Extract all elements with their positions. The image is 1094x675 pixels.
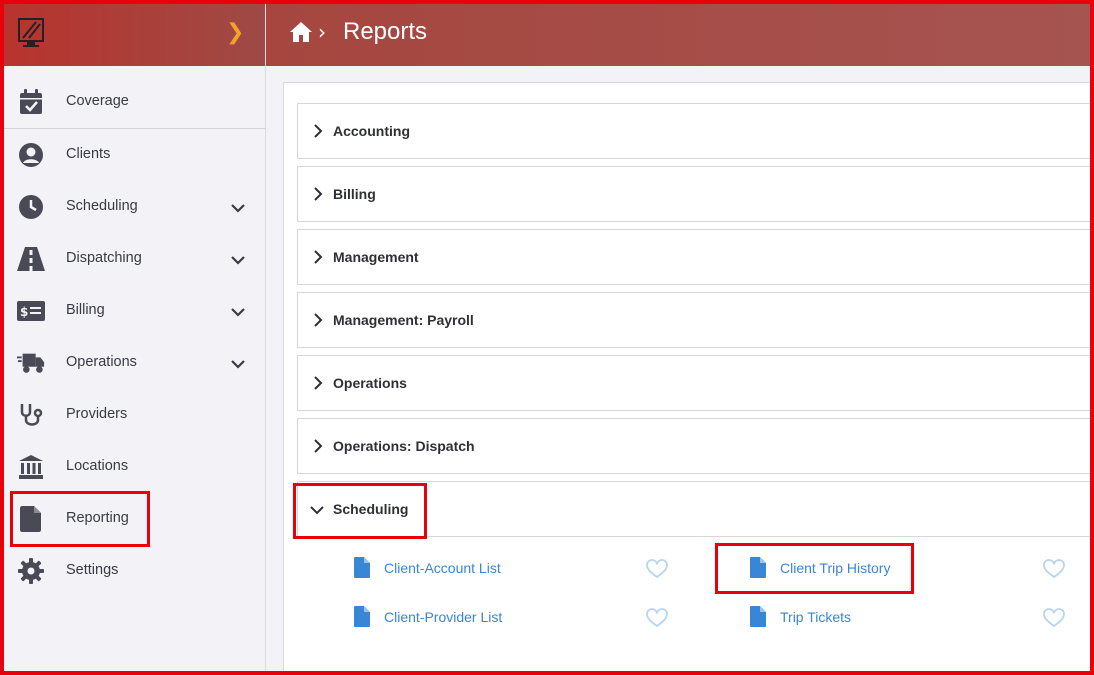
favorite-heart-icon[interactable] xyxy=(646,608,668,628)
sidebar-item-billing[interactable]: $ Billing xyxy=(0,285,266,337)
sidebar-item-label: Scheduling xyxy=(66,198,138,214)
sidebar-item-operations[interactable]: Operations xyxy=(0,337,266,389)
section-title: Operations: Dispatch xyxy=(333,438,475,454)
report-label: Trip Tickets xyxy=(780,609,852,625)
breadcrumb-separator-icon: › xyxy=(318,20,326,44)
sidebar-item-locations[interactable]: Locations xyxy=(0,441,266,493)
sidebar-item-scheduling[interactable]: Scheduling xyxy=(0,181,266,233)
section-billing[interactable]: Billing xyxy=(297,166,1094,222)
sidebar-item-label: Settings xyxy=(66,562,119,578)
favorite-heart-icon[interactable] xyxy=(1043,608,1065,628)
chevron-right-icon xyxy=(314,187,323,201)
chevron-down-icon xyxy=(310,506,324,515)
report-label: Client Trip History xyxy=(780,560,891,576)
section-title: Management: Payroll xyxy=(333,312,474,328)
section-title: Billing xyxy=(333,186,376,202)
calendar-check-icon xyxy=(17,88,45,116)
section-title: Accounting xyxy=(333,123,410,139)
file-icon xyxy=(750,557,766,578)
sidebar-item-label: Coverage xyxy=(66,93,129,109)
section-accounting[interactable]: Accounting xyxy=(297,103,1094,159)
chevron-right-icon xyxy=(314,250,323,264)
sidebar-item-label: Clients xyxy=(66,146,111,162)
report-label: Client-Account List xyxy=(384,560,501,576)
sidebar-item-label: Dispatching xyxy=(66,250,142,266)
section-title: Scheduling xyxy=(333,501,409,517)
chevron-down-icon[interactable] xyxy=(229,199,247,217)
sidebar-item-clients[interactable]: Clients xyxy=(0,129,266,181)
user-circle-icon xyxy=(17,141,45,169)
section-management-payroll[interactable]: Management: Payroll xyxy=(297,292,1094,348)
app-logo-icon[interactable] xyxy=(18,18,44,48)
chevron-down-icon[interactable] xyxy=(229,355,247,373)
chevron-right-icon xyxy=(314,124,323,138)
page-title: Reports xyxy=(343,18,428,45)
road-icon xyxy=(17,245,45,273)
chevron-right-icon xyxy=(314,313,323,327)
sidebar-header: ❯ xyxy=(0,0,265,66)
section-operations[interactable]: Operations xyxy=(297,355,1094,411)
chevron-down-icon[interactable] xyxy=(229,251,247,269)
landmark-icon xyxy=(17,453,45,481)
sidebar-item-reporting[interactable]: Reporting xyxy=(0,493,266,545)
sidebar-item-providers[interactable]: Providers xyxy=(0,389,266,441)
chevron-down-icon[interactable] xyxy=(229,303,247,321)
sidebar-item-label: Billing xyxy=(66,302,105,318)
sidebar-item-dispatching[interactable]: Dispatching xyxy=(0,233,266,285)
home-icon[interactable] xyxy=(289,21,313,43)
file-icon xyxy=(17,505,45,533)
clock-icon xyxy=(17,193,45,221)
section-management[interactable]: Management xyxy=(297,229,1094,285)
truck-icon xyxy=(17,349,45,377)
section-title: Operations xyxy=(333,375,407,391)
sidebar-item-label: Providers xyxy=(66,406,128,422)
favorite-heart-icon[interactable] xyxy=(1043,559,1065,579)
sidebar-item-label: Locations xyxy=(66,458,129,474)
section-operations-dispatch[interactable]: Operations: Dispatch xyxy=(297,418,1094,474)
svg-text:$: $ xyxy=(20,305,28,319)
file-icon xyxy=(354,606,370,627)
sidebar-item-coverage[interactable]: Coverage xyxy=(0,76,266,128)
stethoscope-icon xyxy=(17,401,45,429)
chevron-right-icon xyxy=(314,376,323,390)
report-label: Client-Provider List xyxy=(384,609,503,625)
sidebar: ❯ Coverage Clients Scheduling Dispatchin… xyxy=(0,0,266,675)
expand-sidebar-icon[interactable]: ❯ xyxy=(226,20,244,45)
sidebar-item-label: Operations xyxy=(66,354,137,370)
section-title: Management xyxy=(333,249,419,265)
sidebar-item-settings[interactable]: Settings xyxy=(0,545,266,597)
file-icon xyxy=(354,557,370,578)
chevron-right-icon xyxy=(314,439,323,453)
favorite-heart-icon[interactable] xyxy=(646,559,668,579)
money-bill-icon: $ xyxy=(17,297,45,325)
sidebar-item-label: Reporting xyxy=(66,510,129,526)
gear-icon xyxy=(17,557,45,585)
section-scheduling[interactable]: Scheduling xyxy=(297,481,1094,537)
file-icon xyxy=(750,606,766,627)
